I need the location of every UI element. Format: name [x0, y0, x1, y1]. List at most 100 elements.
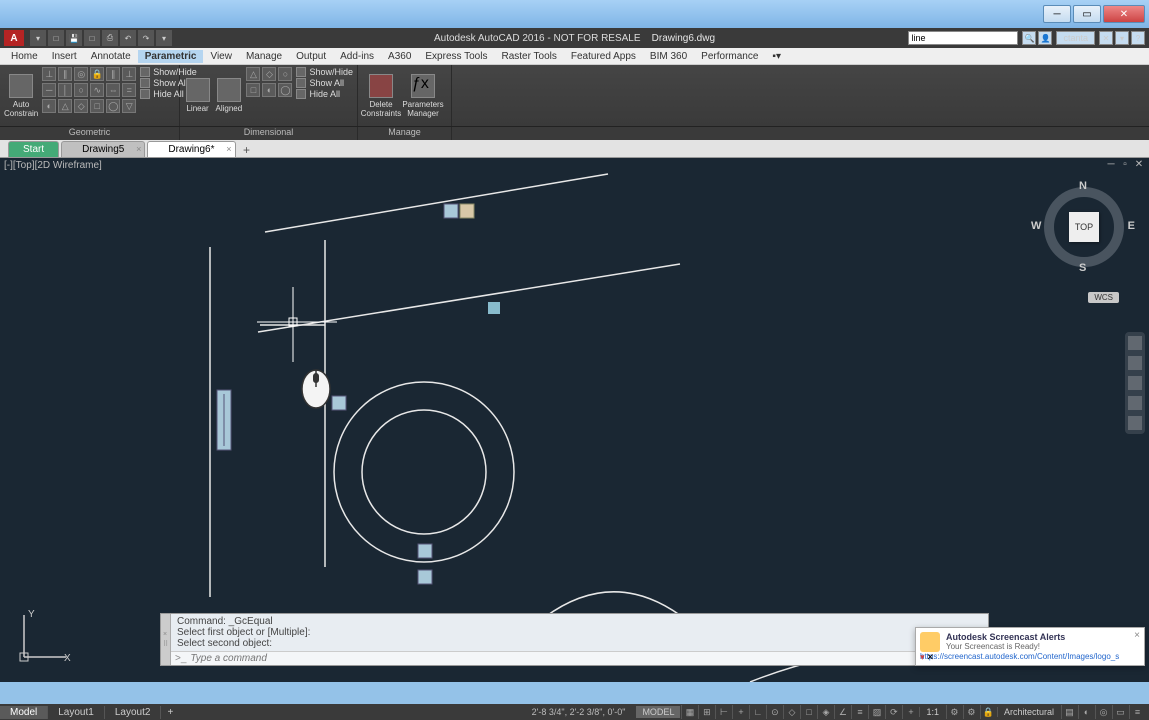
gc-button-14[interactable]: △ [58, 99, 72, 113]
status-cleanscreen-button[interactable]: ▭ [1112, 705, 1128, 719]
constraint-badge[interactable] [332, 396, 346, 410]
gc-button-16[interactable]: □ [90, 99, 104, 113]
status-annoscale-button[interactable]: ⚙ [946, 705, 962, 719]
status-iso-button[interactable]: ◇ [783, 705, 799, 719]
horizontal-button[interactable]: ─ [42, 83, 56, 97]
wcs-badge[interactable]: WCS [1088, 292, 1119, 303]
line-object[interactable] [265, 174, 608, 232]
dim-btn-5[interactable]: ◐ [262, 83, 276, 97]
status-grid-button[interactable]: ▦ [681, 705, 697, 719]
dim-showhide-button[interactable]: Show/Hide [296, 67, 353, 77]
dim-hideall-button[interactable]: Hide All [296, 89, 353, 99]
gc-button-13[interactable]: ◐ [42, 99, 56, 113]
delete-constraints-button[interactable]: Delete Constraints [362, 67, 400, 124]
status-lock-button[interactable]: 🔒 [980, 705, 996, 719]
nav-orbit-button[interactable] [1128, 396, 1142, 410]
command-window[interactable]: × ⠿ Command: _GcEqual Select first objec… [160, 613, 989, 666]
status-cycling-button[interactable]: ⟳ [885, 705, 901, 719]
command-input[interactable] [190, 653, 984, 664]
layout-tab-model[interactable]: Model [0, 706, 48, 719]
status-polar-button[interactable]: ⊙ [766, 705, 782, 719]
parallel-button[interactable]: ∥ [106, 67, 120, 81]
coincident-button[interactable]: ⊥ [42, 67, 56, 81]
viewcube-west[interactable]: W [1031, 220, 1041, 232]
viewcube-east[interactable]: E [1128, 220, 1135, 232]
gc-button-15[interactable]: ◇ [74, 99, 88, 113]
circle-object[interactable] [362, 410, 486, 534]
grip-handle[interactable] [488, 302, 500, 314]
layout-tab-2[interactable]: Layout2 [105, 706, 162, 719]
menu-annotate[interactable]: Annotate [84, 50, 138, 63]
layout-tab-1[interactable]: Layout1 [48, 706, 105, 719]
smooth-button[interactable]: ∿ [90, 83, 104, 97]
circle-object[interactable] [334, 382, 514, 562]
drawing-canvas[interactable]: TOP N S E W WCS Y X × ⠿ Command: _ [0, 172, 1149, 682]
status-hardware-button[interactable]: ◐ [1078, 705, 1094, 719]
nav-wheel-button[interactable] [1128, 336, 1142, 350]
notification-dismiss-icon[interactable]: ✕ [927, 652, 935, 663]
gc-button-18[interactable]: ▽ [122, 99, 136, 113]
qat-print-button[interactable]: ⎙ [102, 30, 118, 46]
qat-new-button[interactable]: ▾ [30, 30, 46, 46]
layout-add-button[interactable]: + [161, 706, 179, 719]
status-scale-dropdown[interactable]: 1:1 [919, 707, 945, 717]
exchange-icon[interactable]: ✕ [1099, 31, 1113, 45]
dim-btn-2[interactable]: ◇ [262, 67, 276, 81]
dim-btn-1[interactable]: △ [246, 67, 260, 81]
doc-tab-1[interactable]: Drawing6*× [147, 141, 235, 157]
help-icon[interactable]: ? [1131, 31, 1145, 45]
qat-redo-button[interactable]: ↷ [138, 30, 154, 46]
geometric-panel-label[interactable]: Geometric [0, 127, 180, 140]
command-window-handle[interactable]: × ⠿ [161, 614, 171, 665]
menu-manage[interactable]: Manage [239, 50, 289, 63]
add-tab-button[interactable]: + [238, 143, 256, 157]
window-minimize-button[interactable]: ─ [1043, 5, 1071, 23]
status-annomonitor-button[interactable]: + [902, 705, 918, 719]
menu-express-tools[interactable]: Express Tools [418, 50, 494, 63]
viewport-maximize-button[interactable]: ▫ [1119, 159, 1131, 171]
perpendicular-button[interactable]: ⊥ [122, 67, 136, 81]
menu-performance[interactable]: Performance [694, 50, 765, 63]
qat-save-button[interactable]: 💾 [66, 30, 82, 46]
constraint-concentric-badge[interactable] [418, 544, 432, 558]
notification-close-button[interactable]: × [1134, 630, 1140, 641]
dim-showall-button[interactable]: Show All [296, 78, 353, 88]
status-snap-button[interactable]: ⊞ [698, 705, 714, 719]
window-maximize-button[interactable]: ▭ [1073, 5, 1101, 23]
vertical-button[interactable]: │ [58, 83, 72, 97]
menu-home[interactable]: Home [4, 50, 45, 63]
viewcube-south[interactable]: S [1079, 262, 1086, 274]
status-dyninput-button[interactable]: + [732, 705, 748, 719]
dimensional-panel-label[interactable]: Dimensional [180, 127, 358, 140]
nav-pan-button[interactable] [1128, 356, 1142, 370]
qat-saveas-button[interactable]: □ [84, 30, 100, 46]
status-model-button[interactable]: MODEL [636, 706, 680, 718]
status-customize-button[interactable]: ≡ [1129, 705, 1145, 719]
menu-raster-tools[interactable]: Raster Tools [494, 50, 563, 63]
status-units-dropdown[interactable]: Architectural [997, 707, 1060, 717]
help-down-icon[interactable]: ▾ [1115, 31, 1129, 45]
gc-button-17[interactable]: ◯ [106, 99, 120, 113]
menu-insert[interactable]: Insert [45, 50, 84, 63]
signin-icon[interactable]: 👤 [1038, 31, 1052, 45]
status-isolate-button[interactable]: ◎ [1095, 705, 1111, 719]
status-lweight-button[interactable]: ≡ [851, 705, 867, 719]
status-ortho-button[interactable]: ∟ [749, 705, 765, 719]
menu-featured-apps[interactable]: Featured Apps [564, 50, 643, 63]
close-tab-icon[interactable]: × [226, 144, 231, 154]
status-3dosnap-button[interactable]: ◈ [817, 705, 833, 719]
app-logo-icon[interactable]: A [4, 30, 24, 46]
constraint-concentric-badge[interactable] [418, 570, 432, 584]
status-workspace-button[interactable]: ⚙ [963, 705, 979, 719]
search-icon[interactable]: 🔍 [1022, 31, 1036, 45]
dim-btn-3[interactable]: ○ [278, 67, 292, 81]
tangent-button[interactable]: ○ [74, 83, 88, 97]
linear-dim-button[interactable]: Linear [184, 67, 211, 124]
menu-a360[interactable]: A360 [381, 50, 418, 63]
collinear-button[interactable]: ∥ [58, 67, 72, 81]
doc-tab-0[interactable]: Drawing5× [61, 141, 145, 157]
equal-button[interactable]: = [122, 83, 136, 97]
constraint-badge-2[interactable] [460, 204, 474, 218]
viewcube[interactable]: TOP N S E W [1039, 182, 1129, 272]
viewport-label[interactable]: [-][Top][2D Wireframe] [4, 160, 102, 171]
